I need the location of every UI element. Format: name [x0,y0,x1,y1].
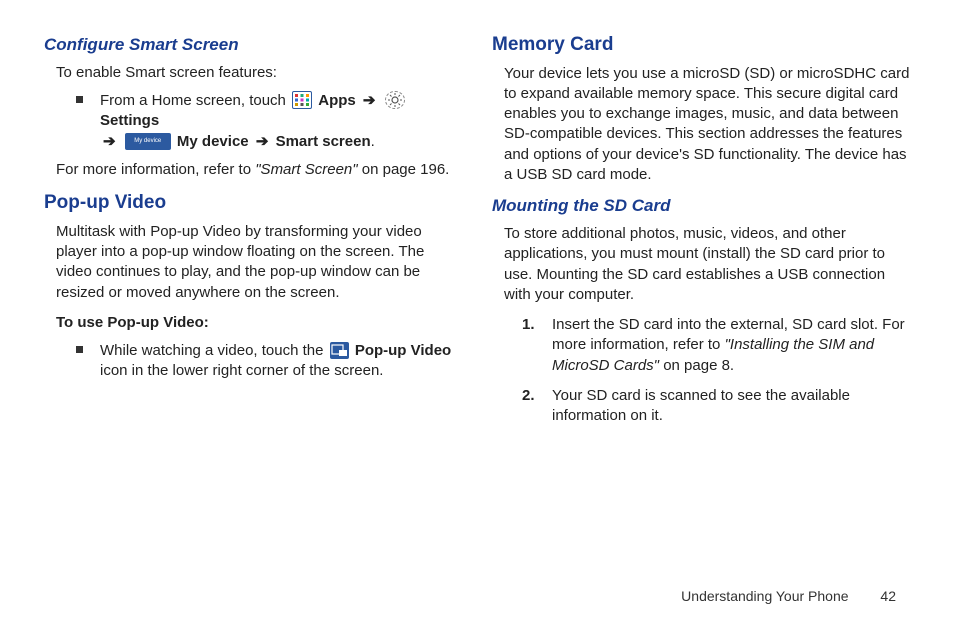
apps-icon [292,91,312,109]
page-footer: Understanding Your Phone 42 [681,587,896,606]
bullet-list-popup: While watching a video, touch the Pop-up… [70,341,462,382]
heading-configure-smart-screen: Configure Smart Screen [44,34,462,57]
more-info-smartscreen: For more information, refer to "Smart Sc… [56,160,462,180]
label-settings: Settings [100,112,159,129]
heading-popup-video: Pop-up Video [44,190,462,216]
page: Configure Smart Screen To enable Smart s… [0,0,954,436]
text: To use Pop-up Video: [56,314,209,331]
heading-mounting-sd: Mounting the SD Card [492,195,910,218]
label-popup-video: Pop-up Video [355,342,451,359]
text: While watching a video, touch the [100,342,328,359]
right-column: Memory Card Your device lets you use a m… [492,32,910,436]
label-apps: Apps [318,92,356,109]
cross-ref: "Smart Screen" [255,161,357,178]
period: . [371,133,375,150]
list-item: While watching a video, touch the Pop-up… [70,341,462,382]
heading-memory-card: Memory Card [492,32,910,58]
ordered-steps: Insert the SD card into the external, SD… [518,315,910,426]
popup-video-use-label: To use Pop-up Video: [56,313,462,333]
text: on page 8. [663,357,734,374]
popup-video-icon [330,342,349,359]
text: on page 196. [362,161,450,178]
intro-smart-screen: To enable Smart screen features: [56,63,462,83]
label-my-device: My device [177,133,249,150]
list-item: From a Home screen, touch Apps ➔ Se [70,91,462,152]
arrow-icon: ➔ [100,133,119,150]
text: For more information, refer to [56,161,255,178]
arrow-icon: ➔ [360,92,379,109]
popup-video-body: Multitask with Pop-up Video by transform… [56,222,462,303]
footer-section: Understanding Your Phone [681,588,848,604]
arrow-icon: ➔ [253,133,272,150]
my-device-icon: My device [125,133,171,150]
footer-page-number: 42 [880,588,896,604]
memory-card-body: Your device lets you use a microSD (SD) … [504,64,910,186]
text: Your SD card is scanned to see the avail… [552,387,850,424]
label-smart-screen: Smart screen [276,133,371,150]
left-column: Configure Smart Screen To enable Smart s… [44,32,462,436]
mounting-sd-body: To store additional photos, music, video… [504,224,910,305]
settings-icon [385,91,405,109]
list-item: Insert the SD card into the external, SD… [518,315,910,376]
bullet-list-smartscreen: From a Home screen, touch Apps ➔ Se [70,91,462,152]
text: icon in the lower right corner of the sc… [100,362,383,379]
text: From a Home screen, touch [100,92,290,109]
list-item: Your SD card is scanned to see the avail… [518,386,910,427]
